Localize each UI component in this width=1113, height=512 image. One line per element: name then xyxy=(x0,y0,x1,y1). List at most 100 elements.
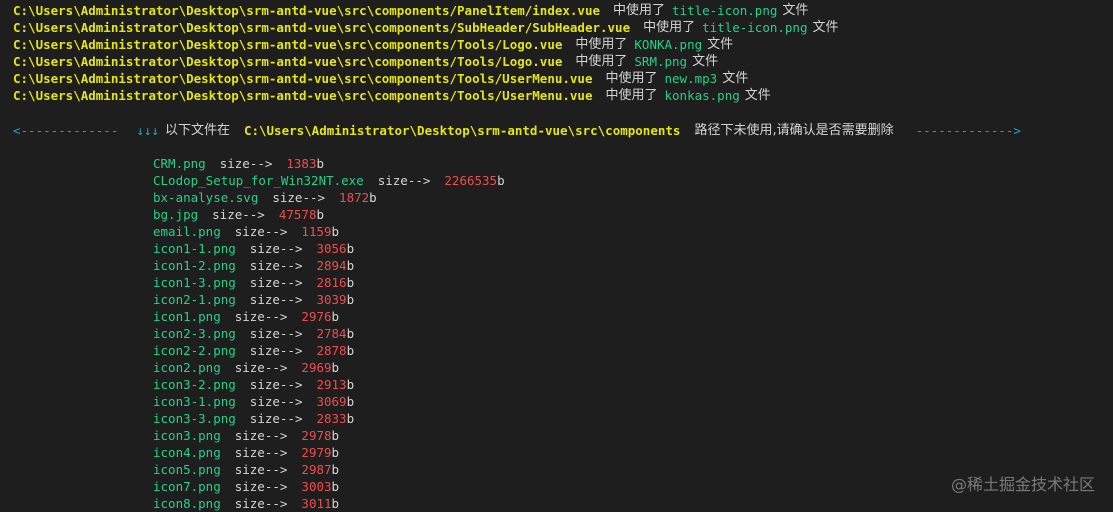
size-label: size--> xyxy=(212,207,265,222)
file-row: bx-analyse.svg size--> 1872 b xyxy=(153,189,377,206)
file-size: 3003 xyxy=(301,479,332,494)
usage-tail-text: 文件 xyxy=(744,88,771,103)
usage-file: title-icon.png xyxy=(702,20,808,35)
file-name: bx-analyse.svg xyxy=(153,190,259,205)
file-size: 3056 xyxy=(316,241,347,256)
file-size: 2894 xyxy=(316,258,347,273)
file-name: icon3-3.png xyxy=(153,411,236,426)
size-unit: b xyxy=(346,377,355,392)
banner-suffix: 路径下未使用,请确认是否需要删除 xyxy=(694,123,894,138)
size-unit: b xyxy=(316,156,325,171)
size-label: size--> xyxy=(249,394,303,409)
usage-line: C:\Users\Administrator\Desktop\srm-antd-… xyxy=(13,53,718,70)
file-row: icon5.png size--> 2987 b xyxy=(153,461,339,478)
usage-file: new.mp3 xyxy=(664,71,718,86)
file-row: icon1-1.png size--> 3056 b xyxy=(153,240,354,257)
file-size: 2969 xyxy=(301,360,332,375)
size-label: size--> xyxy=(249,343,303,358)
usage-line: C:\Users\Administrator\Desktop\srm-antd-… xyxy=(13,19,839,36)
size-unit: b xyxy=(346,292,355,307)
usage-tail-text: 文件 xyxy=(722,71,749,86)
size-unit: b xyxy=(346,326,355,341)
usage-line: C:\Users\Administrator\Desktop\srm-antd-… xyxy=(13,2,808,19)
down-arrows-icon: ↓↓↓ xyxy=(136,123,159,138)
file-size: 3011 xyxy=(301,496,332,511)
size-label: size--> xyxy=(249,275,303,290)
usage-tail-text: 文件 xyxy=(692,54,719,69)
file-name: icon4.png xyxy=(153,445,221,460)
size-label: size--> xyxy=(234,445,288,460)
file-size: 2976 xyxy=(301,309,332,324)
size-unit: b xyxy=(346,258,355,273)
usage-mid-text: 中使用了 xyxy=(575,37,628,52)
file-row: icon2-3.png size--> 2784 b xyxy=(153,325,354,342)
banner-prefix: 以下文件在 xyxy=(164,123,230,138)
size-label: size--> xyxy=(234,309,288,324)
file-row: icon4.png size--> 2979 b xyxy=(153,444,339,461)
size-unit: b xyxy=(497,173,505,188)
file-name: CLodop_Setup_for_Win32NT.exe xyxy=(153,173,364,188)
usage-mid-text: 中使用了 xyxy=(575,54,628,69)
size-unit: b xyxy=(346,343,355,358)
file-row: email.png size--> 1159 b xyxy=(153,223,339,240)
file-size: 1383 xyxy=(286,156,317,171)
size-label: size--> xyxy=(249,241,303,256)
usage-line: C:\Users\Administrator\Desktop\srm-antd-… xyxy=(13,36,733,53)
file-row: icon1-3.png size--> 2816 b xyxy=(153,274,354,291)
file-row: icon8.png size--> 3011 b xyxy=(153,495,339,512)
usage-path: C:\Users\Administrator\Desktop\srm-antd-… xyxy=(13,37,563,52)
file-row: CRM.png size--> 1383 b xyxy=(153,155,324,172)
file-size: 2913 xyxy=(316,377,347,392)
file-row: icon2-1.png size--> 3039 b xyxy=(153,291,354,308)
file-name: icon3.png xyxy=(153,428,221,443)
usage-tail-text: 文件 xyxy=(812,20,839,35)
file-name: icon3-1.png xyxy=(153,394,236,409)
size-label: size--> xyxy=(234,479,288,494)
size-unit: b xyxy=(331,428,340,443)
file-name: icon3-2.png xyxy=(153,377,236,392)
size-label: size--> xyxy=(219,156,273,171)
file-size: 2784 xyxy=(316,326,347,341)
file-size: 3039 xyxy=(316,292,347,307)
file-row: icon3-1.png size--> 3069 b xyxy=(153,393,354,410)
file-size: 2833 xyxy=(316,411,347,426)
file-size: 2878 xyxy=(316,343,347,358)
file-name: email.png xyxy=(153,224,221,239)
usage-path: C:\Users\Administrator\Desktop\srm-antd-… xyxy=(13,71,593,86)
size-unit: b xyxy=(331,309,340,324)
size-label: size--> xyxy=(249,292,303,307)
size-label: size--> xyxy=(249,377,303,392)
usage-file: SRM.png xyxy=(634,54,688,69)
usage-file: konkas.png xyxy=(664,88,740,103)
file-name: icon1-3.png xyxy=(153,275,236,290)
file-row: icon2-2.png size--> 2878 b xyxy=(153,342,354,359)
file-row: icon3-3.png size--> 2833 b xyxy=(153,410,354,427)
size-unit: b xyxy=(331,445,340,460)
file-size: 2978 xyxy=(301,428,332,443)
file-size: 1872 xyxy=(339,190,370,205)
file-name: CRM.png xyxy=(153,156,206,171)
watermark: @稀土掘金技术社区 xyxy=(950,475,1095,494)
file-name: icon1-2.png xyxy=(153,258,236,273)
usage-path: C:\Users\Administrator\Desktop\srm-antd-… xyxy=(13,88,593,103)
file-size: 3069 xyxy=(316,394,347,409)
banner-left-arrow: <------------- xyxy=(13,123,119,138)
size-label: size--> xyxy=(249,258,303,273)
file-size: 2266535 xyxy=(444,173,498,188)
file-name: icon1.png xyxy=(153,309,221,324)
size-unit: b xyxy=(369,190,377,205)
banner-line: <------------- ↓↓↓ 以下文件在 C:\Users\Administr… xyxy=(13,122,1021,139)
usage-line: C:\Users\Administrator\Desktop\srm-antd-… xyxy=(13,70,748,87)
usage-path: C:\Users\Administrator\Desktop\srm-antd-… xyxy=(13,3,600,18)
usage-tail-text: 文件 xyxy=(782,3,809,18)
file-size: 2979 xyxy=(301,445,332,460)
file-size: 1159 xyxy=(301,224,332,239)
file-name: icon8.png xyxy=(153,496,221,511)
file-name: icon2.png xyxy=(153,360,221,375)
size-label: size--> xyxy=(249,326,303,341)
file-size: 47578 xyxy=(278,207,317,222)
file-name: bg.jpg xyxy=(153,207,199,222)
size-unit: b xyxy=(316,207,325,222)
usage-tail-text: 文件 xyxy=(707,37,734,52)
usage-mid-text: 中使用了 xyxy=(613,3,666,18)
